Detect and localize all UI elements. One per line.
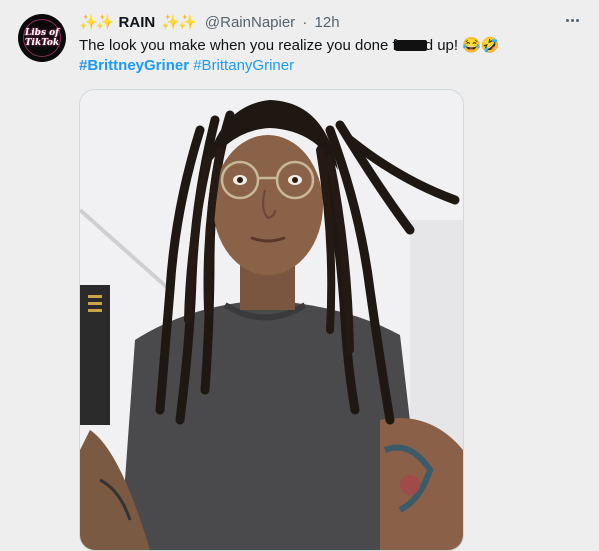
timestamp[interactable]: 12h <box>315 14 340 31</box>
tweet-header: ✨✨ RAIN ✨✨ @RainNapier · 12h <box>79 13 340 33</box>
hashtag-link[interactable]: #BrittneyGriner <box>79 57 189 74</box>
hashtag-link[interactable]: #BrittanyGriner <box>193 57 294 74</box>
tweet-photo[interactable] <box>79 89 464 551</box>
sparkles-icon: ✨✨ <box>161 14 196 31</box>
emoji: 😂🤣 <box>462 37 500 54</box>
avatar[interactable]: Libs of TikTok <box>18 14 66 62</box>
display-name[interactable]: RAIN <box>119 14 156 31</box>
photo-illustration <box>80 90 463 550</box>
hashtags: #BrittneyGriner #BrittanyGriner <box>79 56 294 76</box>
censor-bar <box>394 40 427 51</box>
tweet-text: The look you make when you realize you d… <box>79 37 500 54</box>
avatar-logo-text: Libs of TikTok <box>24 28 60 48</box>
separator-dot: · <box>302 14 308 31</box>
more-options-icon[interactable] <box>562 10 582 30</box>
tweet[interactable]: Libs of TikTok ✨✨ RAIN ✨✨ @RainNapier · … <box>0 0 599 551</box>
sparkles-icon: ✨✨ <box>79 14 114 31</box>
user-handle[interactable]: @RainNapier <box>205 14 295 31</box>
